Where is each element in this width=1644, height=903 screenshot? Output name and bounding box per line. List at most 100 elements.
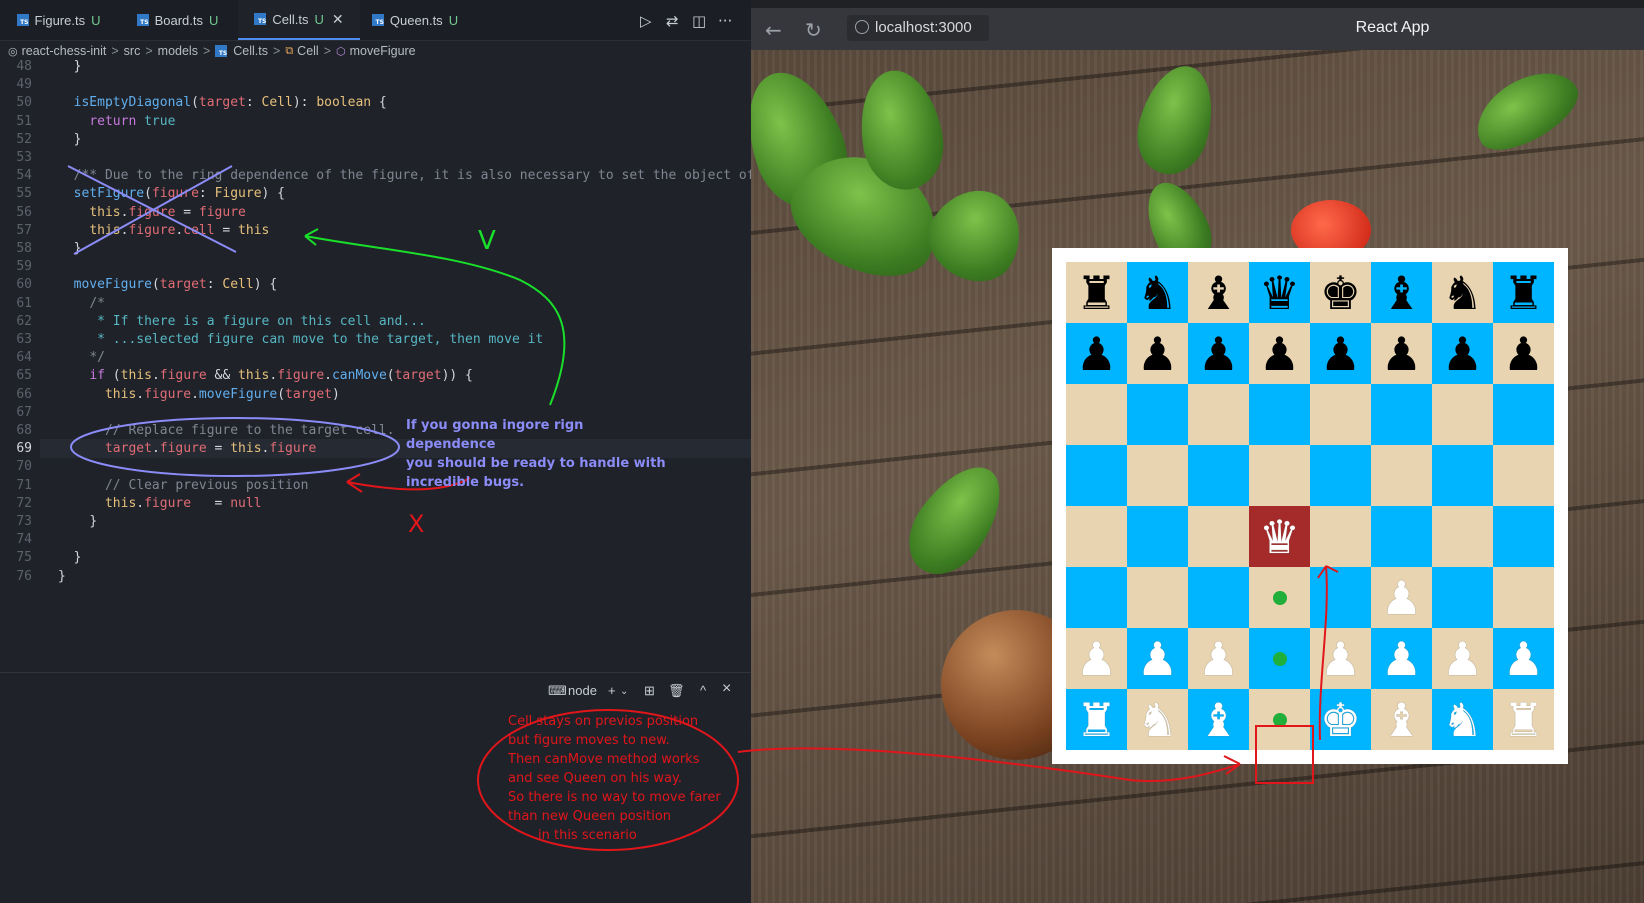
board-square[interactable] xyxy=(1127,445,1188,506)
white-pawn-icon[interactable]: ♟ xyxy=(1503,636,1544,682)
board-square[interactable] xyxy=(1432,567,1493,628)
board-square[interactable] xyxy=(1188,445,1249,506)
chevron-down-icon[interactable]: ⌄ xyxy=(620,686,628,697)
black-king-icon[interactable]: ♚ xyxy=(1320,270,1361,316)
code-line[interactable]: 59 xyxy=(0,257,751,276)
board-square[interactable] xyxy=(1493,384,1554,445)
white-pawn-icon[interactable]: ♟ xyxy=(1137,636,1178,682)
code-line[interactable]: 65 if (this.figure && this.figure.canMov… xyxy=(0,366,751,385)
code-line[interactable]: 57 this.figure.cell = this xyxy=(0,221,751,240)
tab-cell-ts[interactable]: TS Cell.ts U ✕ xyxy=(238,0,360,40)
white-pawn-icon[interactable]: ♟ xyxy=(1381,636,1422,682)
board-square[interactable] xyxy=(1432,445,1493,506)
board-square[interactable]: ♝ xyxy=(1188,262,1249,323)
split-editor-icon[interactable]: ◫ xyxy=(692,12,706,30)
breadcrumb-item[interactable]: moveFigure xyxy=(350,44,416,58)
board-square[interactable] xyxy=(1066,506,1127,567)
board-square[interactable] xyxy=(1310,384,1371,445)
board-square[interactable] xyxy=(1432,506,1493,567)
tab-board-ts[interactable]: TS Board.ts U xyxy=(117,0,238,40)
board-square[interactable]: ♜ xyxy=(1493,262,1554,323)
black-knight-icon[interactable]: ♞ xyxy=(1137,270,1178,316)
black-knight-icon[interactable]: ♞ xyxy=(1442,270,1483,316)
code-line[interactable]: 49 xyxy=(0,75,751,94)
code-line[interactable]: 52 } xyxy=(0,130,751,149)
white-pawn-icon[interactable]: ♟ xyxy=(1198,636,1239,682)
board-square[interactable]: ♟ xyxy=(1066,323,1127,384)
black-pawn-icon[interactable]: ♟ xyxy=(1503,331,1544,377)
white-king-icon[interactable]: ♚ xyxy=(1320,697,1361,743)
more-actions-icon[interactable]: ··· xyxy=(718,12,732,30)
breadcrumb-item[interactable]: Cell.ts xyxy=(233,44,268,58)
black-rook-icon[interactable]: ♜ xyxy=(1076,270,1117,316)
board-square[interactable]: ♝ xyxy=(1371,262,1432,323)
trash-icon[interactable]: 🗑 xyxy=(668,683,685,699)
white-pawn-icon[interactable]: ♟ xyxy=(1076,636,1117,682)
board-square[interactable] xyxy=(1249,384,1310,445)
run-icon[interactable]: ▷ xyxy=(640,12,652,30)
black-pawn-icon[interactable]: ♟ xyxy=(1320,331,1361,377)
code-line[interactable]: 72 this.figure = null xyxy=(0,494,751,513)
board-square[interactable] xyxy=(1066,384,1127,445)
board-square[interactable]: ♟ xyxy=(1127,628,1188,689)
tab-queen-ts[interactable]: TS Queen.ts U xyxy=(360,0,470,40)
code-line[interactable]: 58 } xyxy=(0,239,751,258)
split-terminal-icon[interactable]: ⊞ xyxy=(644,683,655,699)
board-square[interactable]: ♟ xyxy=(1310,323,1371,384)
board-square[interactable]: ♚ xyxy=(1310,689,1371,750)
board-square[interactable] xyxy=(1066,445,1127,506)
board-square[interactable]: ♟ xyxy=(1188,323,1249,384)
board-square[interactable] xyxy=(1493,567,1554,628)
code-line[interactable]: 50 isEmptyDiagonal(target: Cell): boolea… xyxy=(0,93,751,112)
black-bishop-icon[interactable]: ♝ xyxy=(1198,270,1239,316)
board-square[interactable]: ♜ xyxy=(1066,689,1127,750)
board-square[interactable]: ♝ xyxy=(1371,689,1432,750)
board-square[interactable]: ♞ xyxy=(1127,262,1188,323)
board-square[interactable] xyxy=(1310,567,1371,628)
board-square[interactable]: ♜ xyxy=(1493,689,1554,750)
code-line[interactable]: 54 /** Due to the ring dependence of the… xyxy=(0,166,751,185)
board-square[interactable] xyxy=(1249,689,1310,750)
code-line[interactable]: 60 moveFigure(target: Cell) { xyxy=(0,275,751,294)
board-square[interactable] xyxy=(1127,384,1188,445)
code-line[interactable]: 62 * If there is a figure on this cell a… xyxy=(0,312,751,331)
board-square[interactable] xyxy=(1371,445,1432,506)
black-pawn-icon[interactable]: ♟ xyxy=(1076,331,1117,377)
white-queen-icon[interactable]: ♛ xyxy=(1259,514,1300,560)
board-square[interactable]: ♟ xyxy=(1188,628,1249,689)
board-square[interactable] xyxy=(1310,506,1371,567)
board-square[interactable]: ♟ xyxy=(1432,628,1493,689)
board-square[interactable]: ♟ xyxy=(1249,323,1310,384)
board-square[interactable] xyxy=(1493,445,1554,506)
white-rook-icon[interactable]: ♜ xyxy=(1076,697,1117,743)
board-square[interactable] xyxy=(1188,384,1249,445)
code-line[interactable]: 76} xyxy=(0,567,751,586)
close-panel-icon[interactable]: × xyxy=(722,680,731,698)
code-line[interactable]: 51 return true xyxy=(0,112,751,131)
white-knight-icon[interactable]: ♞ xyxy=(1442,697,1483,743)
board-square[interactable] xyxy=(1188,506,1249,567)
close-tab-icon[interactable]: ✕ xyxy=(332,11,344,28)
breadcrumb-item[interactable]: models xyxy=(158,44,198,58)
black-bishop-icon[interactable]: ♝ xyxy=(1381,270,1422,316)
white-pawn-icon[interactable]: ♟ xyxy=(1442,636,1483,682)
board-square[interactable]: ♟ xyxy=(1371,323,1432,384)
code-line[interactable]: 56 this.figure = figure xyxy=(0,203,751,222)
black-queen-icon[interactable]: ♛ xyxy=(1259,270,1300,316)
board-square[interactable]: ♞ xyxy=(1432,262,1493,323)
code-line[interactable]: 74 xyxy=(0,530,751,549)
board-square[interactable] xyxy=(1249,628,1310,689)
board-square[interactable] xyxy=(1066,567,1127,628)
board-square[interactable] xyxy=(1493,506,1554,567)
breadcrumb-item[interactable]: react-chess-init xyxy=(22,44,107,58)
board-square[interactable] xyxy=(1249,445,1310,506)
board-square[interactable] xyxy=(1371,506,1432,567)
white-knight-icon[interactable]: ♞ xyxy=(1137,697,1178,743)
code-line[interactable]: 61 /* xyxy=(0,294,751,313)
code-line[interactable]: 63 * ...selected figure can move to the … xyxy=(0,330,751,349)
white-pawn-icon[interactable]: ♟ xyxy=(1320,636,1361,682)
white-bishop-icon[interactable]: ♝ xyxy=(1381,697,1422,743)
board-square[interactable]: ♛ xyxy=(1249,262,1310,323)
board-square[interactable] xyxy=(1249,567,1310,628)
board-square[interactable]: ♟ xyxy=(1310,628,1371,689)
